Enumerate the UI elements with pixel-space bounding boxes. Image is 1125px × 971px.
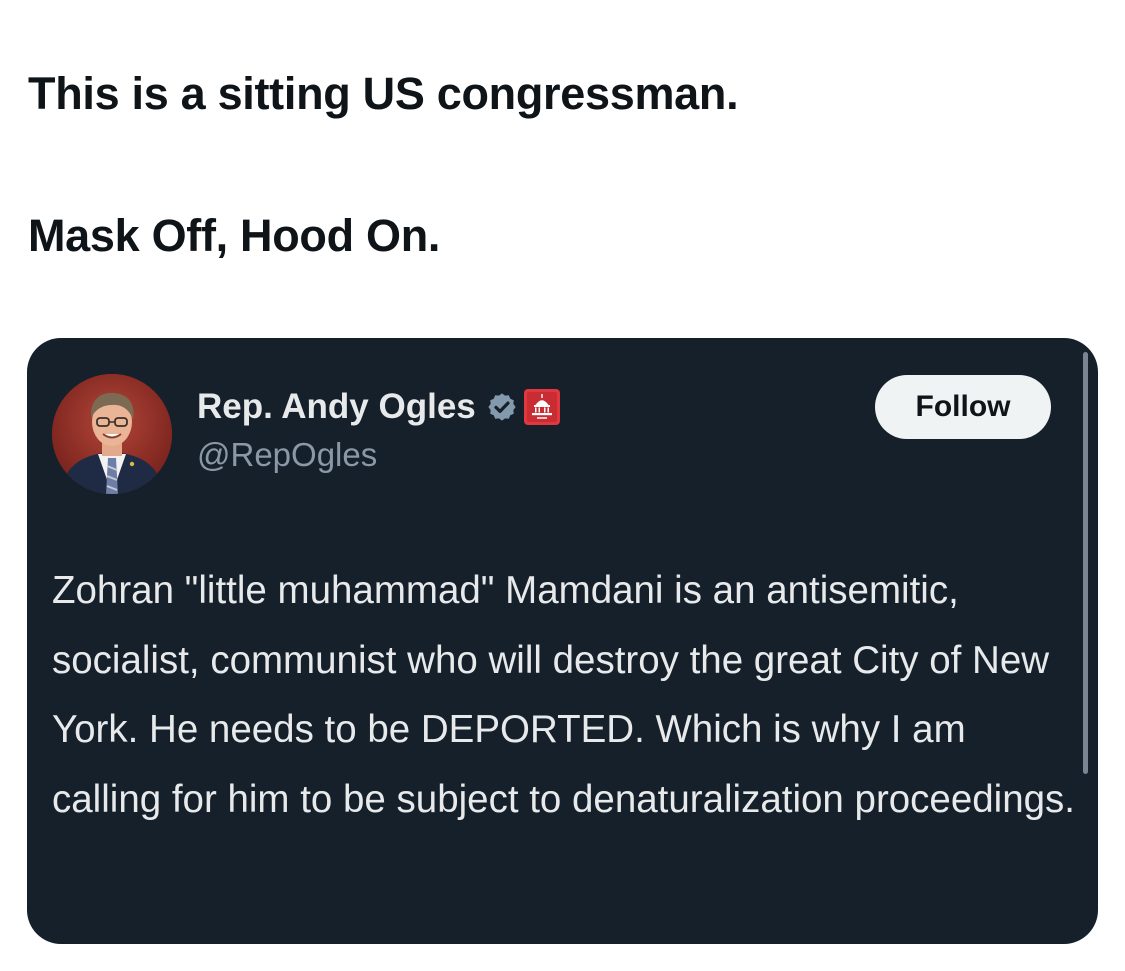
user-handle[interactable]: @RepOgles <box>197 436 377 474</box>
caption-line-2: Mask Off, Hood On. <box>28 210 441 261</box>
verified-icon <box>486 391 518 423</box>
post-text: Zohran "little muhammad" Mamdani is an a… <box>52 569 1075 821</box>
avatar[interactable] <box>52 374 172 494</box>
follow-button[interactable]: Follow <box>875 375 1051 439</box>
display-name-row: Rep. Andy Ogles <box>197 383 561 431</box>
scrollbar[interactable] <box>1083 352 1088 774</box>
embedded-post-card[interactable]: Rep. Andy Ogles @RepOgles Follow Zohran … <box>27 338 1098 944</box>
caption-line-1: This is a sitting US congressman. <box>28 68 739 119</box>
government-affiliate-icon[interactable] <box>523 388 561 426</box>
display-name[interactable]: Rep. Andy Ogles <box>197 387 476 427</box>
